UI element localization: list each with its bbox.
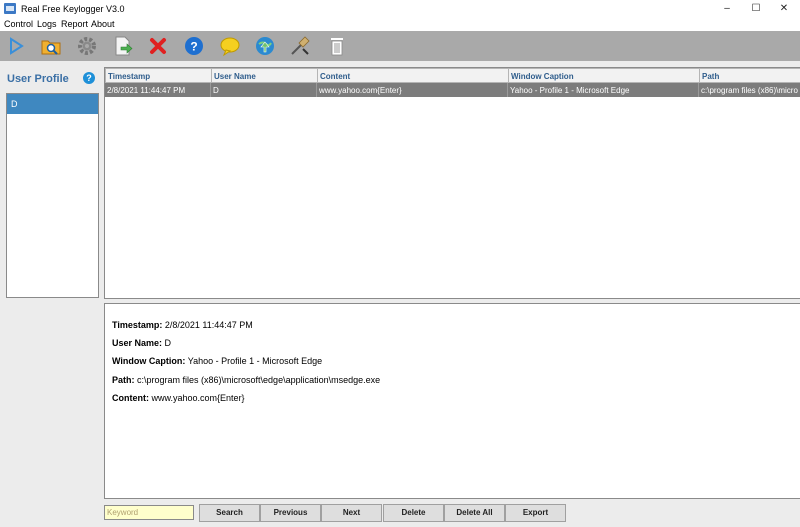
log-grid[interactable]: Timestamp User Name Content Window Capti… <box>104 67 800 299</box>
detail-user-value: D <box>164 338 172 348</box>
menu-bar: Control Logs Report About <box>0 18 800 31</box>
close-button[interactable]: ✕ <box>768 0 800 18</box>
search-button[interactable]: Search <box>199 504 260 522</box>
menu-control[interactable]: Control <box>4 19 33 29</box>
detail-timestamp-label: Timestamp: <box>112 320 163 330</box>
detail-path: Path: c:\program files (x86)\microsoft\e… <box>112 375 380 385</box>
detail-user: User Name: D <box>112 338 171 348</box>
profile-help-icon[interactable]: ? <box>83 72 95 84</box>
delete-all-button[interactable]: Delete All <box>444 504 505 522</box>
user-item-d[interactable]: D <box>7 94 98 114</box>
delete-button[interactable]: Delete <box>383 504 444 522</box>
detail-timestamp-value: 2/8/2021 11:44:47 PM <box>164 320 253 330</box>
cell-user-name: D <box>211 83 317 97</box>
detail-path-label: Path: <box>112 375 135 385</box>
export-document-icon[interactable] <box>112 35 134 57</box>
delete-x-icon[interactable] <box>147 35 169 57</box>
cell-path: c:\program files (x86)\micro <box>701 86 798 95</box>
detail-caption-value: Yahoo - Profile 1 - Microsoft Edge <box>187 356 323 366</box>
detail-content-value: www.yahoo.com{Enter} <box>151 393 245 403</box>
detail-caption-label: Window Caption: <box>112 356 186 366</box>
detail-path-value: c:\program files (x86)\microsoft\edge\ap… <box>137 375 381 385</box>
grid-header: Timestamp User Name Content Window Capti… <box>105 68 800 83</box>
user-list[interactable]: D <box>6 93 99 298</box>
col-header-user-name[interactable]: User Name <box>211 68 318 83</box>
app-logo-icon <box>4 3 16 14</box>
cell-timestamp: 2/8/2021 11:44:47 PM <box>105 83 211 97</box>
col-header-window-caption[interactable]: Window Caption <box>508 68 700 83</box>
gear-icon[interactable] <box>76 35 98 57</box>
cell-window-caption: Yahoo - Profile 1 - Microsoft Edge <box>508 83 699 97</box>
help-icon[interactable]: ? <box>183 35 205 57</box>
menu-about[interactable]: About <box>91 19 115 29</box>
col-header-path[interactable]: Path <box>699 68 800 83</box>
search-folder-icon[interactable] <box>40 35 62 57</box>
previous-button[interactable]: Previous <box>260 504 321 522</box>
minimize-button[interactable]: – <box>711 0 743 18</box>
play-icon[interactable] <box>5 35 27 57</box>
clean-tools-icon[interactable] <box>289 35 311 57</box>
window-title: Real Free Keylogger V3.0 <box>21 4 125 14</box>
keyword-input[interactable] <box>104 505 194 520</box>
menu-logs[interactable]: Logs <box>37 19 57 29</box>
cell-content: www.yahoo.com{Enter} <box>317 83 508 97</box>
detail-content: Content: www.yahoo.com{Enter} <box>112 393 245 403</box>
title-bar: Real Free Keylogger V3.0 – ☐ ✕ <box>0 0 800 18</box>
menu-report[interactable]: Report <box>61 19 88 29</box>
detail-user-label: User Name: <box>112 338 163 348</box>
detail-timestamp: Timestamp: 2/8/2021 11:44:47 PM <box>112 320 253 330</box>
svg-text:?: ? <box>190 40 197 54</box>
trash-icon[interactable] <box>326 35 348 57</box>
globe-update-icon[interactable] <box>254 35 276 57</box>
toolbar: ? <box>0 31 800 61</box>
col-header-content[interactable]: Content <box>317 68 509 83</box>
col-header-timestamp[interactable]: Timestamp <box>105 68 212 83</box>
speech-bubble-icon[interactable] <box>219 35 241 57</box>
table-row[interactable]: 2/8/2021 11:44:47 PM D www.yahoo.com{Ent… <box>105 83 800 97</box>
user-profile-title: User Profile <box>7 73 69 85</box>
next-button[interactable]: Next <box>321 504 382 522</box>
detail-content-label: Content: <box>112 393 149 403</box>
export-button[interactable]: Export <box>505 504 566 522</box>
app-window: Real Free Keylogger V3.0 – ☐ ✕ Control L… <box>0 0 800 527</box>
detail-panel: Timestamp: 2/8/2021 11:44:47 PM User Nam… <box>104 303 800 499</box>
detail-caption: Window Caption: Yahoo - Profile 1 - Micr… <box>112 356 322 366</box>
